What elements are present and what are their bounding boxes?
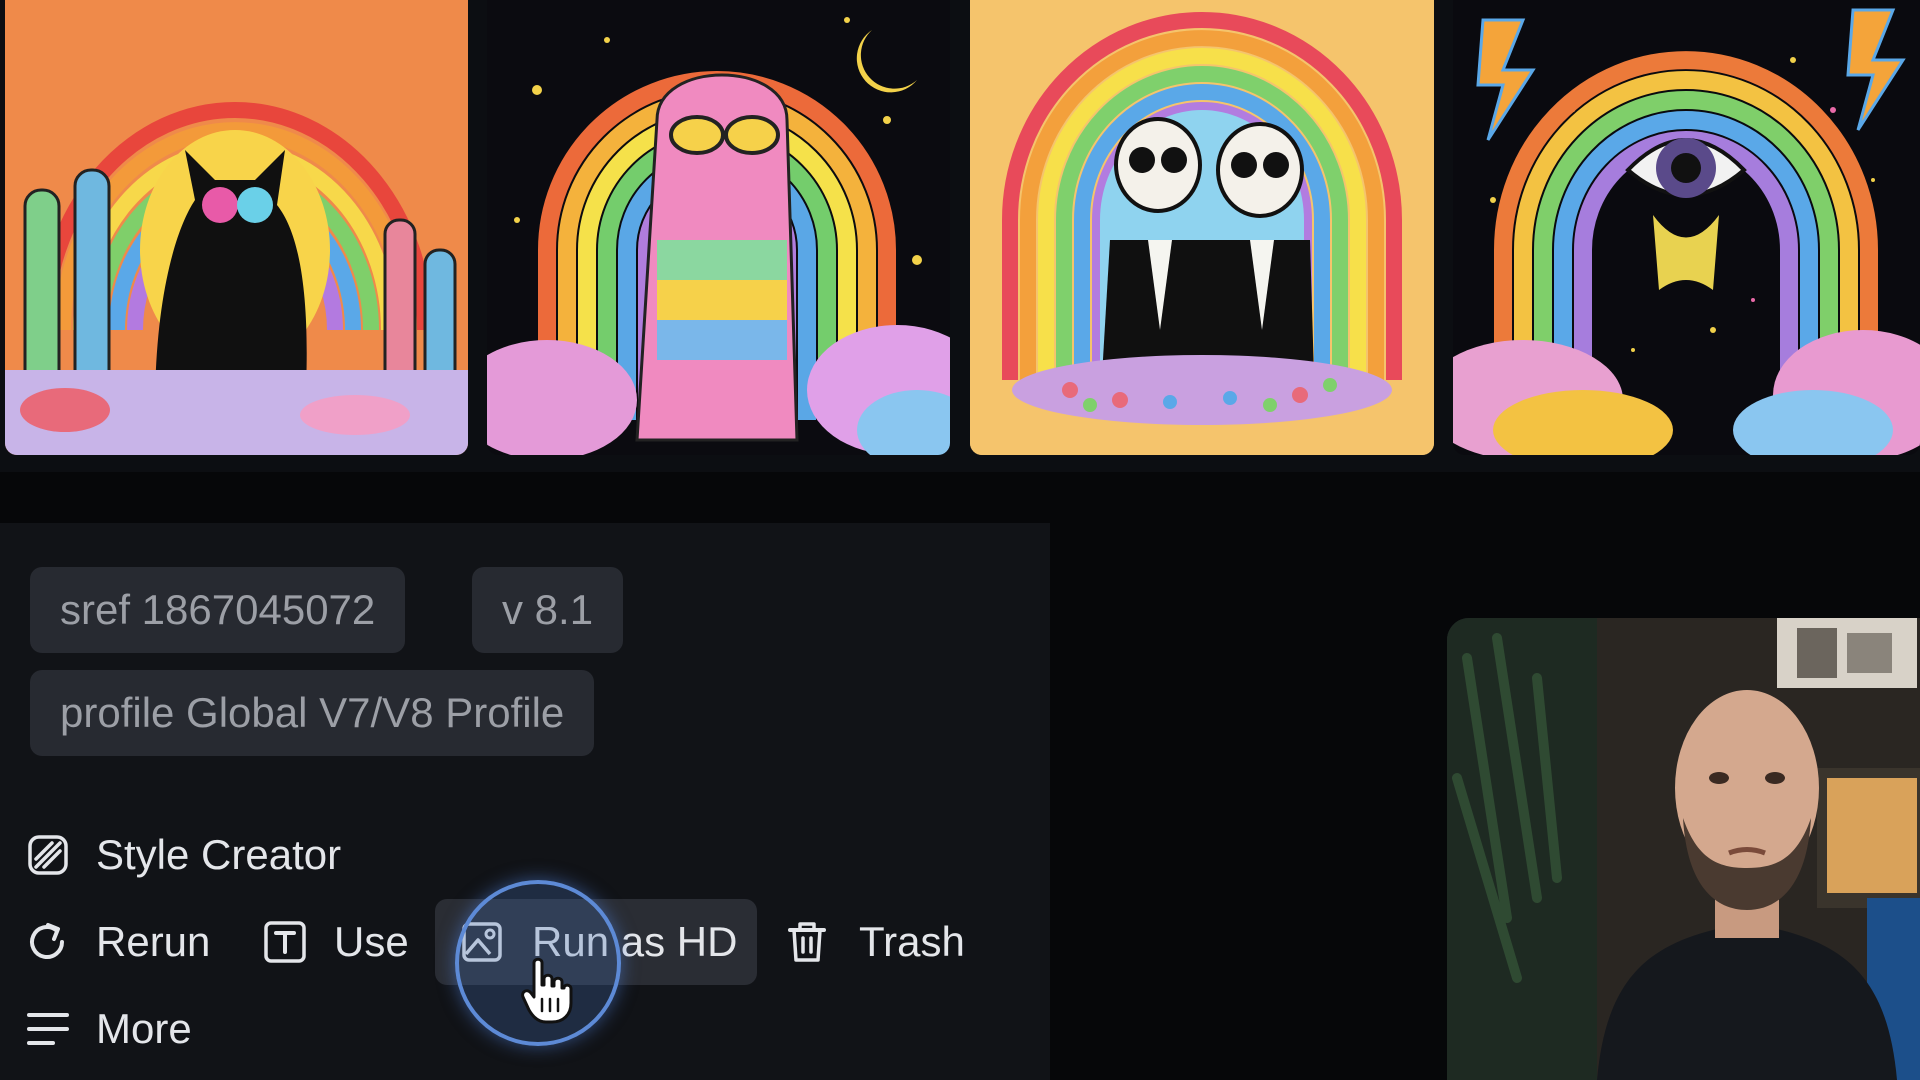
rerun-icon xyxy=(30,923,64,959)
presenter-webcam xyxy=(1447,618,1920,1080)
rainbow-figure-image xyxy=(487,0,950,455)
app-screen: sref 1867045072 v 8.1 profile Global V7/… xyxy=(0,0,1920,1080)
style-creator-label: Style Creator xyxy=(96,831,342,878)
sref-chip[interactable]: sref 1867045072 xyxy=(30,567,406,653)
use-label: Use xyxy=(334,918,409,965)
style-creator-button[interactable]: Style Creator xyxy=(26,820,341,890)
version-chip[interactable]: v 8.1 xyxy=(472,567,624,653)
presenter-video-image xyxy=(1447,618,1920,1080)
trash-button[interactable]: Trash xyxy=(785,907,965,977)
gallery-image-eye[interactable] xyxy=(1453,0,1920,455)
rainbow-cat-image xyxy=(5,0,468,455)
profile-chip[interactable]: profile Global V7/V8 Profile xyxy=(30,670,595,756)
gallery-image-figure[interactable] xyxy=(487,0,950,455)
more-button[interactable]: More xyxy=(26,994,192,1064)
style-creator-icon xyxy=(28,835,68,875)
rainbow-skeletons-image xyxy=(970,0,1434,455)
rerun-label: Rerun xyxy=(96,918,211,965)
rainbow-eye-image xyxy=(1453,0,1920,455)
gallery-image-skeletons[interactable] xyxy=(970,0,1434,455)
more-menu-icon xyxy=(27,1013,69,1045)
use-button[interactable]: Use xyxy=(262,907,409,977)
text-box-icon xyxy=(264,921,306,963)
trash-label: Trash xyxy=(859,918,965,965)
rerun-button[interactable]: Rerun xyxy=(24,907,210,977)
image-grid xyxy=(0,0,1920,472)
hand-cursor-icon xyxy=(521,957,573,1024)
gallery-image-cat[interactable] xyxy=(5,0,468,455)
trash-icon xyxy=(788,922,826,962)
more-label: More xyxy=(96,1005,192,1052)
